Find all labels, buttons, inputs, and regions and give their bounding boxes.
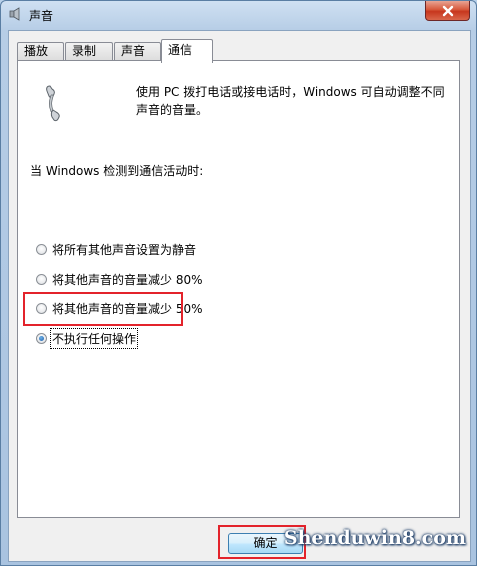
option-label: 将其他声音的音量减少 80%	[52, 272, 203, 287]
sound-dialog: 声音 播放 录制 声音 通信 使用 PC 拨打电话或接电话时，Windows 可…	[0, 0, 477, 566]
phone-handset-icon	[46, 85, 60, 122]
close-button[interactable]	[425, 1, 470, 21]
option-label: 不执行任何操作	[49, 327, 139, 349]
radio-button[interactable]	[36, 243, 47, 255]
radio-button[interactable]	[36, 273, 47, 285]
option-mute-all[interactable]: 将所有其他声音设置为静音	[36, 240, 196, 258]
speaker-icon	[9, 7, 20, 21]
tab-label: 声音	[121, 44, 146, 58]
tab-communications[interactable]: 通信	[161, 39, 213, 63]
detection-label: 当 Windows 检测到通信活动时:	[30, 164, 204, 178]
communications-panel: 使用 PC 拨打电话或接电话时，Windows 可自动调整不同声音的音量。 当 …	[17, 60, 460, 518]
close-icon	[442, 5, 453, 16]
tab-recording[interactable]: 录制	[65, 42, 113, 61]
highlight-box-option	[23, 292, 183, 326]
watermark-text: Shenduwin8.com	[283, 527, 466, 549]
title-bar[interactable]: 声音	[1, 1, 476, 29]
tab-playback[interactable]: 播放	[17, 42, 64, 61]
option-do-nothing[interactable]: 不执行任何操作	[36, 327, 139, 349]
tab-label: 通信	[168, 43, 193, 57]
tab-label: 播放	[24, 44, 49, 58]
radio-button-selected[interactable]	[36, 332, 47, 344]
option-label: 将所有其他声音设置为静音	[52, 242, 197, 257]
description-text: 使用 PC 拨打电话或接电话时，Windows 可自动调整不同声音的音量。	[136, 85, 445, 117]
tab-label: 录制	[72, 44, 97, 58]
window-title: 声音	[29, 9, 54, 23]
tab-sounds[interactable]: 声音	[114, 42, 161, 61]
option-reduce-80[interactable]: 将其他声音的音量减少 80%	[36, 270, 203, 288]
